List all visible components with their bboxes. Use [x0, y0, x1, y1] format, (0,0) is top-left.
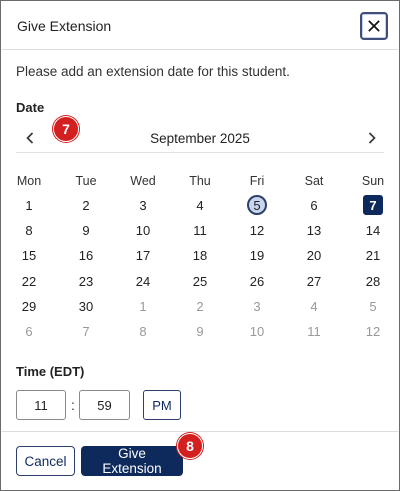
calendar-day[interactable]: 11: [188, 219, 212, 241]
calendar-day[interactable]: 8: [131, 320, 155, 342]
calendar-day[interactable]: 24: [131, 270, 155, 292]
calendar-day[interactable]: 12: [245, 219, 269, 241]
weekday-tue: Tue: [75, 174, 97, 188]
calendar-day[interactable]: 23: [74, 270, 98, 292]
calendar-day[interactable]: 16: [74, 244, 98, 266]
weekday-header: Mon Tue Wed Thu Fri Sat Sun: [1, 170, 385, 192]
calendar-day[interactable]: 30: [74, 295, 98, 317]
date-label: Date: [16, 100, 45, 115]
chevron-right-icon: [368, 132, 376, 144]
calendar-week-row: 6 7 8 9 10 11 12: [1, 320, 385, 342]
calendar-day[interactable]: 15: [17, 244, 41, 266]
calendar-day[interactable]: 11: [302, 320, 326, 342]
calendar-day[interactable]: 5: [361, 295, 385, 317]
step-badge-8: 8: [177, 433, 203, 459]
calendar-day[interactable]: 26: [245, 270, 269, 292]
dialog-title: Give Extension: [17, 18, 112, 34]
calendar-day[interactable]: 9: [188, 320, 212, 342]
close-icon: [368, 20, 380, 32]
calendar-day[interactable]: 20: [302, 244, 326, 266]
calendar-day[interactable]: 10: [131, 219, 155, 241]
am-pm-toggle[interactable]: PM: [143, 390, 181, 420]
weekday-sun: Sun: [361, 174, 385, 188]
calendar-day[interactable]: 6: [302, 194, 326, 216]
dialog-header: Give Extension: [2, 2, 398, 50]
calendar-day[interactable]: 1: [17, 194, 41, 216]
calendar-day[interactable]: 1: [131, 295, 155, 317]
minute-input[interactable]: 59: [79, 390, 130, 420]
intro-text: Please add an extension date for this st…: [16, 64, 290, 79]
calendar-day[interactable]: 8: [17, 219, 41, 241]
calendar-day[interactable]: 2: [188, 295, 212, 317]
cancel-button[interactable]: Cancel: [16, 446, 75, 476]
time-separator: :: [71, 397, 75, 413]
calendar-day[interactable]: 21: [361, 244, 385, 266]
calendar-day[interactable]: 3: [245, 295, 269, 317]
weekday-thu: Thu: [189, 174, 211, 188]
hour-input[interactable]: 11: [16, 390, 66, 420]
weekday-sat: Sat: [304, 174, 324, 188]
calendar-week-row: 22 23 24 25 26 27 28: [1, 270, 385, 292]
calendar-day[interactable]: 10: [245, 320, 269, 342]
calendar-day[interactable]: 7: [363, 195, 383, 215]
weekday-wed: Wed: [130, 174, 156, 188]
calendar-day[interactable]: 4: [188, 194, 212, 216]
close-button[interactable]: [360, 12, 388, 40]
calendar-day[interactable]: 5: [247, 195, 267, 215]
weekday-mon: Mon: [16, 174, 42, 188]
calendar-day[interactable]: 28: [361, 270, 385, 292]
calendar-day[interactable]: 9: [74, 219, 98, 241]
calendar-day[interactable]: 19: [245, 244, 269, 266]
calendar-day[interactable]: 14: [361, 219, 385, 241]
weekday-fri: Fri: [249, 174, 265, 188]
month-navigation: September 2025: [16, 125, 384, 153]
calendar-day[interactable]: 4: [302, 295, 326, 317]
calendar-day[interactable]: 18: [188, 244, 212, 266]
calendar-day[interactable]: 7: [74, 320, 98, 342]
calendar-week-row: 29 30 1 2 3 4 5: [1, 295, 385, 317]
calendar-week-row: 1 2 3 4 5 6 7: [1, 194, 385, 216]
calendar-day[interactable]: 29: [17, 295, 41, 317]
next-month-button[interactable]: [363, 129, 381, 147]
calendar-day[interactable]: 17: [131, 244, 155, 266]
calendar-day[interactable]: 25: [188, 270, 212, 292]
calendar-day[interactable]: 22: [17, 270, 41, 292]
calendar-week-row: 8 9 10 11 12 13 14: [1, 219, 385, 241]
calendar-day[interactable]: 3: [131, 194, 155, 216]
give-extension-dialog: Give Extension Please add an extension d…: [0, 0, 400, 491]
calendar-day[interactable]: 12: [361, 320, 385, 342]
calendar-day[interactable]: 6: [17, 320, 41, 342]
calendar-week-row: 15 16 17 18 19 20 21: [1, 244, 385, 266]
give-extension-button[interactable]: Give Extension: [81, 446, 183, 476]
calendar-day[interactable]: 2: [74, 194, 98, 216]
month-title: September 2025: [150, 131, 250, 146]
calendar-day[interactable]: 27: [302, 270, 326, 292]
calendar-day[interactable]: 13: [302, 219, 326, 241]
time-label: Time (EDT): [16, 364, 85, 379]
